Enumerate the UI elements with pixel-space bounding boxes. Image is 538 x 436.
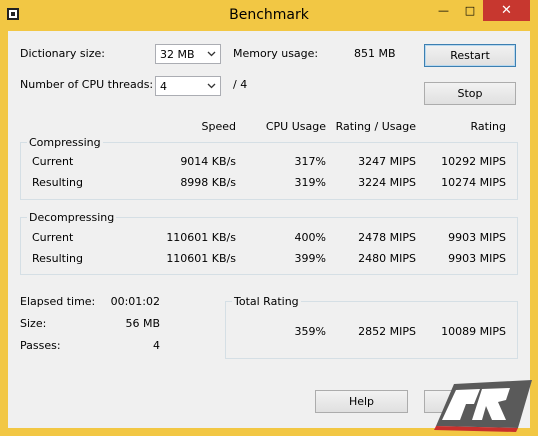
dictionary-size-select[interactable]: 32 MB	[155, 44, 221, 64]
speed-value: 9014 KB/s	[180, 155, 236, 168]
compressing-group: Compressing	[20, 136, 518, 200]
row-label: Resulting	[32, 252, 83, 265]
speed-value: 110601 KB/s	[166, 252, 236, 265]
cpu-usage-value: 317%	[294, 155, 326, 168]
maximize-button[interactable]: □	[457, 0, 483, 21]
legit-reviews-logo-icon	[434, 380, 532, 432]
memory-usage-value: 851 MB	[354, 47, 396, 60]
stop-button-label: Stop	[457, 87, 483, 100]
title-bar[interactable]: Benchmark — □ ✕	[0, 0, 538, 30]
total-rating-usage-value: 2852 MIPS	[358, 325, 416, 338]
memory-usage-label: Memory usage:	[233, 47, 319, 60]
chevron-down-icon	[207, 83, 216, 89]
row-label: Current	[32, 231, 74, 244]
row-label: Current	[32, 155, 74, 168]
passes-label: Passes:	[20, 339, 61, 352]
size-label: Size:	[20, 317, 47, 330]
benchmark-window: Benchmark — □ ✕ Dictionary size: 32 MB M…	[0, 0, 538, 436]
rating-value: 10274 MIPS	[441, 176, 506, 189]
close-button[interactable]: ✕	[483, 0, 530, 21]
rating-value: 10292 MIPS	[441, 155, 506, 168]
cpu-threads-total: / 4	[233, 78, 248, 91]
chevron-down-icon	[207, 51, 216, 57]
decompressing-group-title: Decompressing	[27, 211, 117, 224]
dialog-client-area: Dictionary size: 32 MB Memory usage: 851…	[8, 31, 530, 428]
rating-usage-value: 3247 MIPS	[358, 155, 416, 168]
cpu-usage-value: 400%	[294, 231, 326, 244]
cpu-threads-select[interactable]: 4	[155, 76, 221, 96]
total-rating-value: 10089 MIPS	[441, 325, 506, 338]
column-header-speed: Speed	[201, 120, 236, 133]
rating-value: 9903 MIPS	[448, 231, 506, 244]
restart-button[interactable]: Restart	[424, 44, 516, 67]
rating-value: 9903 MIPS	[448, 252, 506, 265]
compressing-group-title: Compressing	[27, 136, 103, 149]
column-header-rating-usage: Rating / Usage	[335, 120, 416, 133]
stop-button[interactable]: Stop	[424, 82, 516, 105]
restart-button-label: Restart	[450, 49, 490, 62]
dictionary-size-value: 32 MB	[160, 48, 195, 61]
column-header-rating: Rating	[470, 120, 506, 133]
elapsed-time-label: Elapsed time:	[20, 295, 96, 308]
minimize-button[interactable]: —	[430, 0, 457, 21]
size-value: 56 MB	[125, 317, 160, 330]
cpu-threads-value: 4	[160, 80, 167, 93]
rating-usage-value: 2478 MIPS	[358, 231, 416, 244]
speed-value: 110601 KB/s	[166, 231, 236, 244]
dictionary-size-label: Dictionary size:	[20, 47, 105, 60]
cpu-threads-label: Number of CPU threads:	[20, 78, 154, 91]
help-button-label: Help	[348, 395, 375, 408]
rating-usage-value: 2480 MIPS	[358, 252, 416, 265]
elapsed-time-value: 00:01:02	[110, 295, 160, 308]
cpu-usage-value: 399%	[294, 252, 326, 265]
decompressing-group: Decompressing	[20, 211, 518, 275]
rating-usage-value: 3224 MIPS	[358, 176, 416, 189]
column-header-cpu-usage: CPU Usage	[265, 120, 326, 133]
total-cpu-usage-value: 359%	[294, 325, 326, 338]
speed-value: 8998 KB/s	[180, 176, 236, 189]
cpu-usage-value: 319%	[294, 176, 326, 189]
passes-value: 4	[153, 339, 160, 352]
row-label: Resulting	[32, 176, 83, 189]
help-button[interactable]: Help	[315, 390, 408, 413]
total-rating-title: Total Rating	[232, 295, 301, 308]
